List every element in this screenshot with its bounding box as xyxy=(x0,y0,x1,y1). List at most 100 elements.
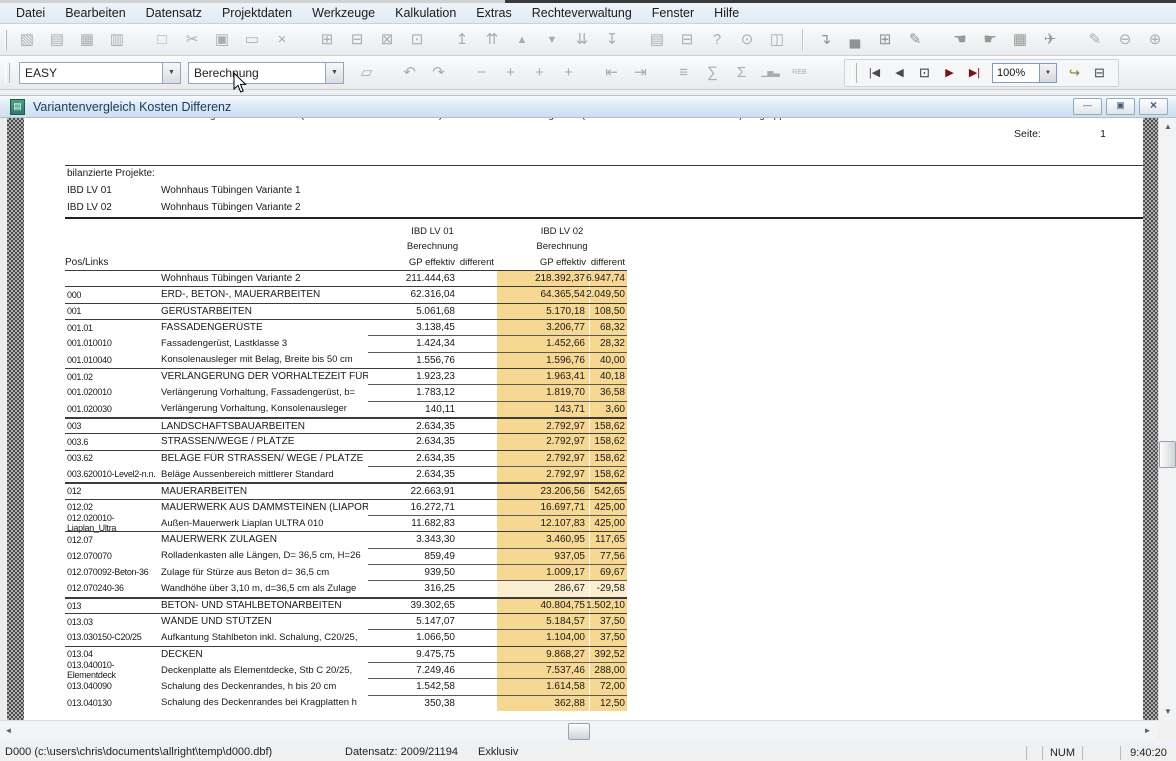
zoom-in-doc-icon[interactable]: ⊕ xyxy=(1140,29,1170,51)
scroll-up-icon[interactable]: ▲ xyxy=(1159,118,1176,135)
menu-bearbeiten[interactable]: Bearbeiten xyxy=(55,3,135,23)
view-combo[interactable]: Berechnung ▼ xyxy=(188,62,344,84)
formula-icon[interactable]: ∑ xyxy=(698,62,727,84)
value-lv02: 3.206,77 xyxy=(497,320,590,335)
horizontal-scrollbar-thumb[interactable] xyxy=(568,723,590,740)
new-document-icon[interactable]: □ xyxy=(147,29,177,51)
image-preview-icon[interactable]: ▧ xyxy=(12,29,42,51)
remove-row-icon[interactable]: − xyxy=(467,62,496,84)
zoom-out-doc-icon[interactable]: ⊖ xyxy=(1110,29,1140,51)
stats-icon[interactable]: ▁▅▃ xyxy=(756,62,785,84)
insert-row-icon[interactable]: + xyxy=(496,62,525,84)
outdent-icon[interactable]: ⇤ xyxy=(597,62,626,84)
copy-pages-icon[interactable]: ⊡ xyxy=(912,62,937,84)
search-icon[interactable]: ⊙ xyxy=(732,29,762,51)
redo-icon[interactable]: ↷ xyxy=(424,62,453,84)
project-name: Wohnhaus Tübingen Variante 1 xyxy=(161,185,301,196)
move-up-fast-icon[interactable]: ⇈ xyxy=(477,29,507,51)
open-book-icon[interactable]: ◫ xyxy=(1170,29,1176,51)
doc-add-icon[interactable]: ⊞ xyxy=(870,29,900,51)
menu-rechteverwaltung[interactable]: Rechteverwaltung xyxy=(522,3,642,23)
zoom-value[interactable]: 100% xyxy=(993,64,1039,82)
paste-icon[interactable]: ▭ xyxy=(237,29,267,51)
close-button[interactable]: × xyxy=(1139,98,1168,115)
move-last-icon[interactable]: ↧ xyxy=(597,29,627,51)
minimize-button[interactable]: — xyxy=(1073,98,1102,115)
tree-branch-icon[interactable]: ⊠ xyxy=(372,29,402,51)
vertical-scrollbar[interactable]: ▲ ▼ xyxy=(1158,118,1176,720)
menu-werkzeuge[interactable]: Werkzeuge xyxy=(302,3,385,23)
add-special-icon[interactable]: + xyxy=(554,62,583,84)
last-page-icon[interactable]: ▶| xyxy=(962,62,987,84)
diff-lv02: 425,00 xyxy=(590,516,627,531)
menu-datei[interactable]: Datei xyxy=(6,3,55,23)
list-icon[interactable]: ≡ xyxy=(669,62,698,84)
send-icon[interactable]: ✈ xyxy=(1035,29,1065,51)
diff-lv01 xyxy=(455,369,497,384)
num-header-lv01: GP effektiv xyxy=(368,257,455,268)
add-row-icon[interactable]: + xyxy=(525,62,554,84)
delete-icon[interactable]: × xyxy=(267,29,297,51)
picture-icon[interactable]: ▦ xyxy=(72,29,102,51)
horizontal-scrollbar[interactable]: ◄ ► xyxy=(0,720,1157,740)
prev-page-icon[interactable]: ◀ xyxy=(887,62,912,84)
page-setup-icon[interactable]: ▤ xyxy=(642,29,672,51)
copy-icon[interactable]: ▣ xyxy=(207,29,237,51)
transfer-icon[interactable]: ↴ xyxy=(810,29,840,51)
toolbar-grip[interactable] xyxy=(852,63,857,83)
move-first-icon[interactable]: ↥ xyxy=(447,29,477,51)
toolbar-grip[interactable] xyxy=(5,30,7,50)
restore-button[interactable]: ▣ xyxy=(1106,98,1135,115)
tree-outline-icon[interactable]: ⊟ xyxy=(342,29,372,51)
menu-projektdaten[interactable]: Projektdaten xyxy=(212,3,302,23)
menu-kalkulation[interactable]: Kalkulation xyxy=(385,3,466,23)
exit-icon[interactable]: ↪ xyxy=(1062,62,1087,84)
row-description: Außen-Mauerwerk Liaplan ULTRA 010 xyxy=(161,518,368,529)
help-icon[interactable]: ? xyxy=(702,29,732,51)
tree-insert-icon[interactable]: ⊞ xyxy=(312,29,342,51)
indent-icon[interactable]: ⇥ xyxy=(626,62,655,84)
undo-icon[interactable]: ↶ xyxy=(395,62,424,84)
value-lv01: 62.316,04 xyxy=(368,287,455,302)
next-page-icon[interactable]: ▶ xyxy=(937,62,962,84)
move-up-icon[interactable]: ▲ xyxy=(507,29,537,51)
scroll-down-icon[interactable]: ▼ xyxy=(1159,703,1176,720)
catalog-icon[interactable]: ▥ xyxy=(102,29,132,51)
library-icon[interactable]: ▄ xyxy=(840,29,870,51)
edit-pencil-icon[interactable]: ✎ xyxy=(1080,29,1110,51)
project-combo[interactable]: EASY ▼ xyxy=(19,62,181,84)
chevron-down-icon[interactable]: ▼ xyxy=(325,63,343,83)
print-report-icon[interactable]: ⊟ xyxy=(1087,62,1112,84)
tiles-icon[interactable]: ▦ xyxy=(1005,29,1035,51)
toolbar-grip[interactable] xyxy=(5,63,10,83)
menu-fenster[interactable]: Fenster xyxy=(642,3,704,23)
row-values: 350,38362,8812,50 xyxy=(368,695,627,711)
open-template-icon[interactable]: ▱ xyxy=(352,62,381,84)
diff-lv02: 72,00 xyxy=(590,679,627,694)
hand-forward-icon[interactable]: ☛ xyxy=(975,29,1005,51)
zoom-combo[interactable]: 100% ▼ xyxy=(992,63,1057,83)
sum-icon[interactable]: Σ xyxy=(727,62,756,84)
split-window-icon[interactable]: ◫ xyxy=(762,29,792,51)
doc-edit-icon[interactable]: ✎ xyxy=(900,29,930,51)
vertical-scrollbar-thumb[interactable] xyxy=(1159,441,1176,468)
move-down-fast-icon[interactable]: ⇊ xyxy=(567,29,597,51)
chevron-down-icon[interactable]: ▼ xyxy=(162,63,180,83)
print-icon[interactable]: ⊟ xyxy=(672,29,702,51)
value-lv02: 1.614,58 xyxy=(497,679,590,694)
project-combo-value[interactable]: EASY xyxy=(20,63,162,83)
menu-datensatz[interactable]: Datensatz xyxy=(136,3,212,23)
menu-hilfe[interactable]: Hilfe xyxy=(704,3,749,23)
reb-icon[interactable]: REB xyxy=(785,62,814,84)
first-page-icon[interactable]: |◀ xyxy=(862,62,887,84)
view-combo-value[interactable]: Berechnung xyxy=(189,63,325,83)
scroll-left-icon[interactable]: ◄ xyxy=(0,722,17,739)
menu-extras[interactable]: Extras xyxy=(466,3,521,23)
chevron-down-icon[interactable]: ▼ xyxy=(1039,64,1056,82)
cut-icon[interactable]: ✂ xyxy=(177,29,207,51)
tree-levels-icon[interactable]: ⊡ xyxy=(402,29,432,51)
move-down-icon[interactable]: ▼ xyxy=(537,29,567,51)
hand-back-icon[interactable]: ☚ xyxy=(945,29,975,51)
scroll-right-icon[interactable]: ► xyxy=(1139,722,1156,739)
report-view-icon[interactable]: ▤ xyxy=(42,29,72,51)
